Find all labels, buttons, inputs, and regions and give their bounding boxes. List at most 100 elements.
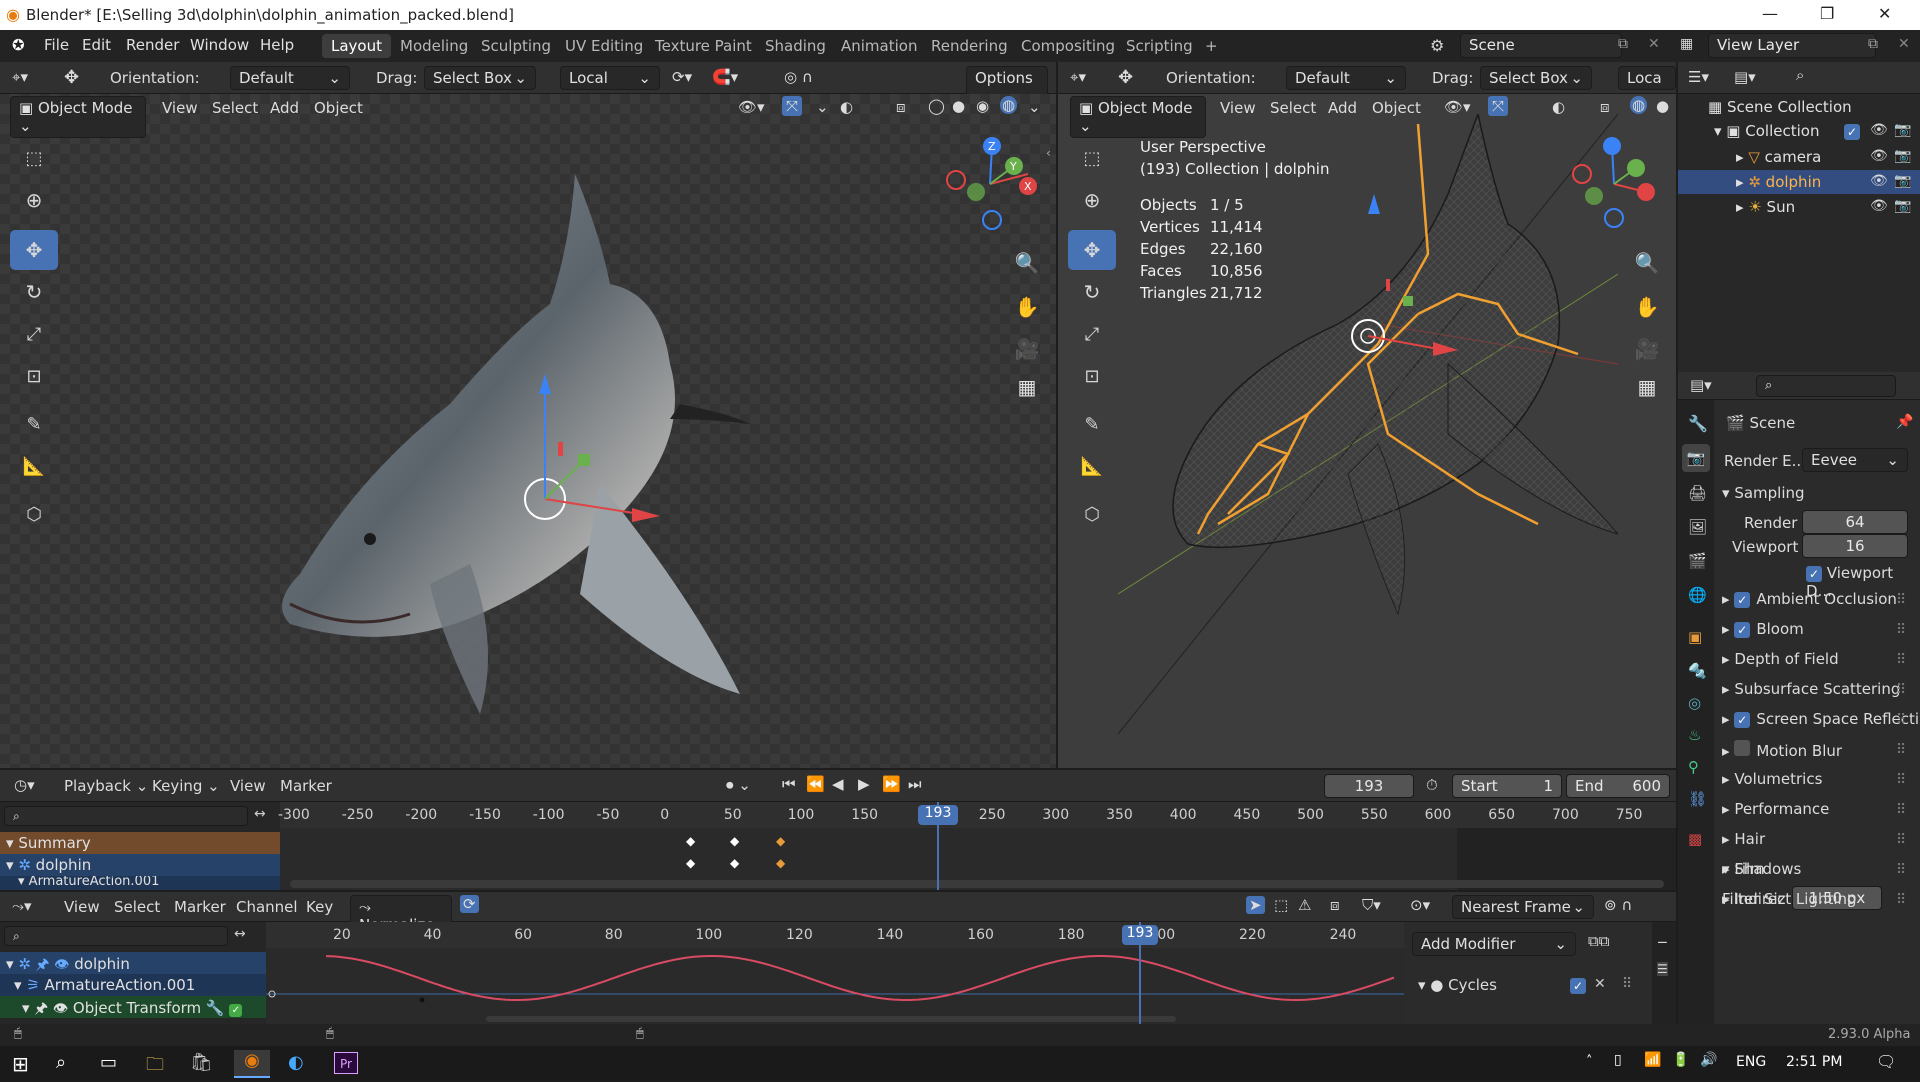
- move-tool[interactable]: ✥: [10, 230, 58, 270]
- graph-channel-dolphin[interactable]: ▾ ✲ 🖈 👁 dolphin: [0, 952, 266, 974]
- cycles-modifier-panel[interactable]: ▾ ● Cycles: [1418, 976, 1497, 994]
- tab-layout[interactable]: Layout: [322, 34, 391, 58]
- menu-add[interactable]: Add: [270, 99, 299, 117]
- graph-editor-area[interactable]: ⌕ ↔ ▾ ✲ 🖈 👁 dolphin ▾ ⚞ ArmatureAction.0…: [0, 922, 1676, 1024]
- add-cube-tool-right[interactable]: ⬡: [1068, 494, 1116, 534]
- properties-editor-icon[interactable]: ▤▾: [1690, 376, 1712, 394]
- sampling-panel[interactable]: ▾ Sampling: [1722, 484, 1805, 502]
- sidebar-toggle-icon[interactable]: ‹: [1046, 146, 1051, 160]
- graph-key-menu[interactable]: Key: [306, 898, 333, 916]
- cycles-enable-checkbox[interactable]: ✓: [1570, 978, 1586, 994]
- dolphin-render-icon[interactable]: 📷: [1894, 173, 1911, 189]
- graph-search[interactable]: ⌕: [4, 926, 228, 946]
- notification-icon[interactable]: 🗨: [1876, 1052, 1896, 1071]
- keyframe-dolphin-2[interactable]: ◆: [730, 856, 739, 870]
- close-button[interactable]: ✕: [1878, 4, 1891, 23]
- timeline-playhead-label[interactable]: 193: [918, 805, 958, 825]
- graph-playhead-label[interactable]: 193: [1122, 925, 1158, 945]
- outliner-item-camera[interactable]: ▸ ▽ camera: [1736, 148, 1821, 166]
- view-layer-selector[interactable]: View Layer: [1708, 33, 1876, 58]
- move-tool-right[interactable]: ✥: [1068, 230, 1116, 270]
- panel-screen-space-reflecti[interactable]: ▸ ✓ Screen Space Reflecti: [1722, 710, 1919, 728]
- camera-view-icon-right[interactable]: 🎥: [1630, 332, 1664, 366]
- annotate-tool-right[interactable]: ✎: [1068, 404, 1116, 444]
- jump-end-button[interactable]: ⏭: [908, 775, 922, 793]
- cursor-tool[interactable]: ⊕: [10, 180, 58, 220]
- scene-icon[interactable]: ⚙: [1430, 36, 1444, 55]
- tray-wifi-icon[interactable]: 📶: [1644, 1052, 1661, 1068]
- dolphin-wireframe-armature[interactable]: [1118, 114, 1618, 764]
- menu-render[interactable]: Render: [126, 36, 179, 54]
- panel-hair[interactable]: ▸ Hair: [1722, 830, 1765, 848]
- panel-depth-of-field[interactable]: ▸ Depth of Field: [1722, 650, 1839, 668]
- menu-file[interactable]: File: [44, 36, 69, 54]
- display-mode-icon[interactable]: ▤▾: [1734, 68, 1756, 86]
- graph-select-menu[interactable]: Select: [114, 898, 160, 916]
- minimize-button[interactable]: —: [1762, 4, 1778, 23]
- panel-expand-icon[interactable]: ▸: [1722, 742, 1734, 760]
- physics-tab-icon[interactable]: ♨: [1688, 726, 1701, 744]
- keyframe-summary-2[interactable]: ◆: [730, 834, 739, 848]
- graph-curve-area[interactable]: [266, 948, 1404, 1024]
- sun-eye-icon[interactable]: 👁: [1870, 198, 1888, 214]
- rotate-tool[interactable]: ↻: [10, 272, 58, 312]
- transform-tool-icon[interactable]: ✥: [64, 67, 79, 88]
- filter-icon[interactable]: ⛉▾: [1362, 896, 1381, 914]
- zoom-icon[interactable]: 🔍: [1010, 246, 1044, 280]
- tab-scripting[interactable]: Scripting: [1117, 34, 1202, 58]
- panel-drag-handle[interactable]: ⠿: [1896, 742, 1906, 758]
- outliner-editor-icon[interactable]: ☰▾: [1688, 68, 1709, 86]
- properties-search[interactable]: ⌕: [1756, 375, 1896, 397]
- keyframe-summary-1[interactable]: ◆: [686, 834, 695, 848]
- view-layer-tab-icon[interactable]: 🖼: [1688, 518, 1707, 536]
- tray-volume-icon[interactable]: 🔊: [1700, 1052, 1717, 1068]
- transform-tool-icon-right[interactable]: ✥: [1118, 67, 1133, 88]
- gizmo-toggle-icon-right[interactable]: ⤧: [1488, 96, 1509, 116]
- outliner-scene-collection[interactable]: ▦ Scene Collection: [1708, 98, 1852, 116]
- proportional-edit-icon[interactable]: ◎ ∩: [784, 68, 813, 86]
- menu-edit[interactable]: Edit: [82, 36, 111, 54]
- scene-selector[interactable]: Scene: [1460, 33, 1622, 58]
- tab-rendering[interactable]: Rendering: [922, 34, 1017, 58]
- drag-dropdown[interactable]: Select Box ⌄: [424, 66, 536, 90]
- transform-tool[interactable]: ⊡: [10, 356, 58, 396]
- shading-rendered-icon[interactable]: ◍: [1000, 96, 1018, 114]
- select-box-tool-right[interactable]: ⬚: [1068, 138, 1116, 178]
- tab-sculpting[interactable]: Sculpting: [472, 34, 560, 58]
- cycles-remove-icon[interactable]: ✕: [1594, 976, 1606, 992]
- show-hidden-icon[interactable]: ⬚: [1274, 896, 1288, 914]
- pivot-dropdown[interactable]: Local ⌄: [560, 66, 660, 90]
- edge-browser-icon[interactable]: ◐: [288, 1052, 304, 1073]
- navigation-gizmo-right[interactable]: [1564, 134, 1664, 234]
- tab-compositing[interactable]: Compositing: [1012, 34, 1124, 58]
- jump-keyframe-forward-button[interactable]: ⏩: [882, 775, 901, 793]
- rotate-tool-right[interactable]: ↻: [1068, 272, 1116, 312]
- world-tab-icon[interactable]: 🌐: [1688, 586, 1707, 604]
- taskbar-search-icon[interactable]: ⌕: [56, 1052, 66, 1073]
- jump-keyframe-back-button[interactable]: ⏪: [806, 775, 825, 793]
- outliner-search-icon[interactable]: ⌕: [1796, 66, 1804, 84]
- panel-expand-icon[interactable]: ▸: [1722, 590, 1734, 608]
- start-frame-field[interactable]: Start 1: [1452, 774, 1562, 798]
- panel-expand-icon[interactable]: ▸: [1722, 650, 1734, 668]
- play-reverse-button[interactable]: ◀: [832, 775, 844, 793]
- camera-view-icon[interactable]: 🎥: [1010, 332, 1044, 366]
- windows-start-icon[interactable]: ⊞: [12, 1052, 29, 1076]
- scale-tool[interactable]: ⤢: [10, 314, 58, 354]
- tray-chevron-icon[interactable]: ˄: [1586, 1054, 1593, 1069]
- record-button[interactable]: ⏺ ⌄: [726, 776, 751, 794]
- left-viewport[interactable]: ▣ Object Mode ⌄ View Select Add Object 👁…: [0, 94, 1056, 768]
- collection-checkbox[interactable]: ✓: [1844, 124, 1860, 140]
- panel-subsurface-scattering[interactable]: ▸ Subsurface Scattering: [1722, 680, 1900, 698]
- current-frame-field[interactable]: 193: [1324, 774, 1414, 798]
- render-engine-dropdown[interactable]: Eevee ⌄: [1802, 448, 1908, 472]
- gizmo-toggle-icon[interactable]: ⤧: [782, 96, 803, 116]
- panel-expand-icon[interactable]: ▸: [1722, 830, 1734, 848]
- panel-expand-icon[interactable]: ▸: [1722, 800, 1734, 818]
- delete-view-layer-icon[interactable]: ✕: [1898, 36, 1910, 52]
- panel-shadows[interactable]: ▸ Shadows: [1722, 860, 1801, 878]
- pan-hand-icon-right[interactable]: ✋: [1630, 290, 1664, 324]
- add-cube-tool[interactable]: ⬡: [10, 494, 58, 534]
- overlay-icon[interactable]: ◐: [840, 98, 853, 116]
- fcurve-line[interactable]: [325, 955, 1395, 1001]
